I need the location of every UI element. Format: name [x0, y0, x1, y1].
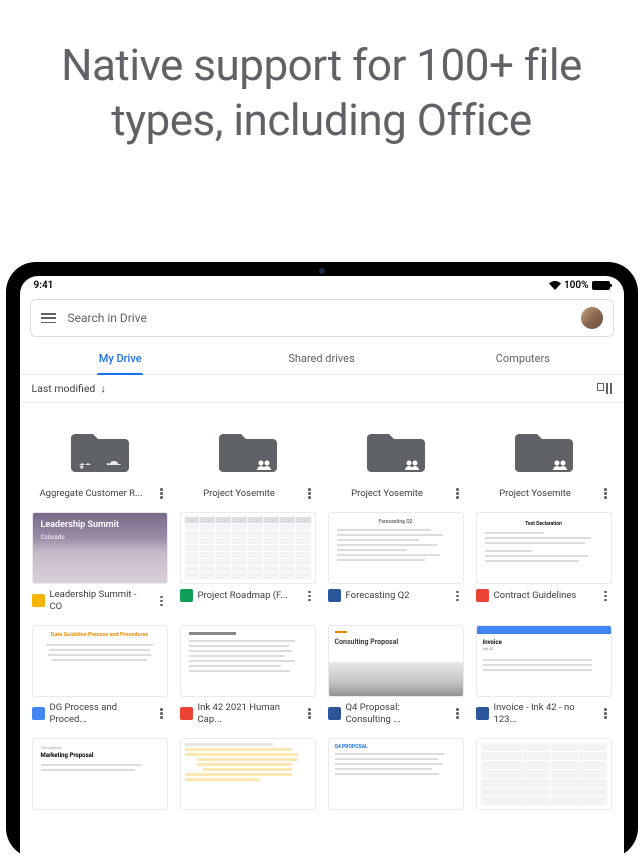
file-item[interactable]: Forecasting Q2 Forecasting Q2: [328, 512, 464, 615]
file-thumbnail: Leadership SummitColorado: [32, 512, 168, 584]
folder-item[interactable]: Project Yosemite: [180, 417, 316, 502]
word-icon: [328, 707, 341, 720]
folder-icon: [219, 428, 277, 474]
more-icon[interactable]: [156, 596, 168, 607]
folder-label: Project Yosemite: [180, 488, 299, 499]
search-bar[interactable]: Search in Drive: [30, 299, 614, 337]
more-icon[interactable]: [304, 591, 316, 602]
sort-button[interactable]: Last modified ↓: [32, 382, 106, 395]
more-icon[interactable]: [452, 488, 464, 499]
tab-my-drive[interactable]: My Drive: [20, 343, 221, 374]
file-item[interactable]: Leadership SummitColorado Leadership Sum…: [32, 512, 168, 615]
sheets-icon: [180, 589, 193, 602]
pdf-icon: [180, 707, 193, 720]
slides-icon: [32, 594, 45, 607]
status-bar: 9:41 100%: [20, 276, 624, 293]
tablet-frame: 9:41 100% Search in Drive My Drive Share…: [6, 262, 638, 858]
file-item[interactable]: The AgencyMarketing Proposal: [32, 738, 168, 812]
svg-text:★: ★: [79, 464, 84, 471]
file-item[interactable]: Data Guideline Process and Procedures DG…: [32, 625, 168, 728]
wifi-icon: [549, 281, 561, 290]
more-icon[interactable]: [156, 488, 168, 499]
tab-shared-drives[interactable]: Shared drives: [221, 343, 422, 374]
pdf-icon: [476, 589, 489, 602]
search-input[interactable]: Search in Drive: [68, 311, 569, 325]
camera-notch: [319, 268, 325, 274]
more-icon[interactable]: [304, 488, 316, 499]
file-item[interactable]: Ink 42 2021 Human Cap...: [180, 625, 316, 728]
status-time: 9:41: [34, 280, 54, 291]
folder-label: Project Yosemite: [328, 488, 447, 499]
folder-icon: [515, 428, 573, 474]
file-label: Project Roadmap (F...: [198, 590, 299, 601]
tab-bar: My Drive Shared drives Computers: [20, 343, 624, 375]
file-label: Contract Guidelines: [494, 590, 595, 601]
battery-icon: [592, 281, 610, 290]
file-label: DG Process and Proced...: [50, 702, 151, 725]
file-thumbnail: The AgencyMarketing Proposal: [32, 738, 168, 810]
filter-bar: Last modified ↓: [20, 375, 624, 403]
more-icon[interactable]: [452, 708, 464, 719]
folder-icon: [367, 428, 425, 474]
word-icon: [476, 707, 489, 720]
file-label: Ink 42 2021 Human Cap...: [198, 702, 299, 725]
folder-item[interactable]: Project Yosemite: [328, 417, 464, 502]
file-item[interactable]: [476, 738, 612, 812]
folder-item[interactable]: Project Yosemite: [476, 417, 612, 502]
view-toggle-icon[interactable]: [597, 383, 612, 394]
folder-item[interactable]: ★ Aggregate Customer R...: [32, 417, 168, 502]
folder-label: Project Yosemite: [476, 488, 595, 499]
tab-computers[interactable]: Computers: [422, 343, 623, 374]
arrow-down-icon: ↓: [100, 382, 106, 395]
file-thumbnail: Test Declaration: [476, 512, 612, 584]
marketing-headline: Native support for 100+ file types, incl…: [0, 0, 643, 148]
folder-label: Aggregate Customer R...: [32, 488, 151, 499]
file-label: Q4 Proposal: Consulting ...: [346, 702, 447, 725]
more-icon[interactable]: [600, 591, 612, 602]
docs-icon: [32, 707, 45, 720]
sort-label: Last modified: [32, 382, 96, 395]
file-thumbnail: Forecasting Q2: [328, 512, 464, 584]
file-item[interactable]: Q4 PROPOSAL: [328, 738, 464, 812]
file-label: Forecasting Q2: [346, 590, 447, 601]
more-icon[interactable]: [452, 591, 464, 602]
tablet-screen: 9:41 100% Search in Drive My Drive Share…: [20, 276, 624, 858]
avatar[interactable]: [581, 307, 603, 329]
more-icon[interactable]: [156, 708, 168, 719]
file-label: Leadership Summit - CO: [50, 589, 151, 612]
folder-icon: ★: [71, 428, 129, 474]
file-item[interactable]: Consulting Proposal Q4 Proposal: Consult…: [328, 625, 464, 728]
file-thumbnail: [180, 738, 316, 810]
file-label: Invoice - Ink 42 - no 123...: [494, 702, 595, 725]
file-grid: ★ Aggregate Customer R... Project Yosemi…: [20, 403, 624, 858]
file-item[interactable]: Test Declaration Contract Guidelines: [476, 512, 612, 615]
file-thumbnail: Q4 PROPOSAL: [328, 738, 464, 810]
file-thumbnail: Consulting Proposal: [328, 625, 464, 697]
file-thumbnail: [476, 738, 612, 810]
file-thumbnail: [180, 625, 316, 697]
file-thumbnail: InvoiceInk 42: [476, 625, 612, 697]
more-icon[interactable]: [600, 488, 612, 499]
menu-icon[interactable]: [41, 313, 56, 323]
more-icon[interactable]: [304, 708, 316, 719]
word-icon: [328, 589, 341, 602]
file-thumbnail: Data Guideline Process and Procedures: [32, 625, 168, 697]
file-item[interactable]: InvoiceInk 42 Invoice - Ink 42 - no 123.…: [476, 625, 612, 728]
file-item[interactable]: [180, 738, 316, 812]
more-icon[interactable]: [600, 708, 612, 719]
file-item[interactable]: Project Roadmap (F...: [180, 512, 316, 615]
file-thumbnail: [180, 512, 316, 584]
battery-percent: 100%: [564, 280, 589, 291]
